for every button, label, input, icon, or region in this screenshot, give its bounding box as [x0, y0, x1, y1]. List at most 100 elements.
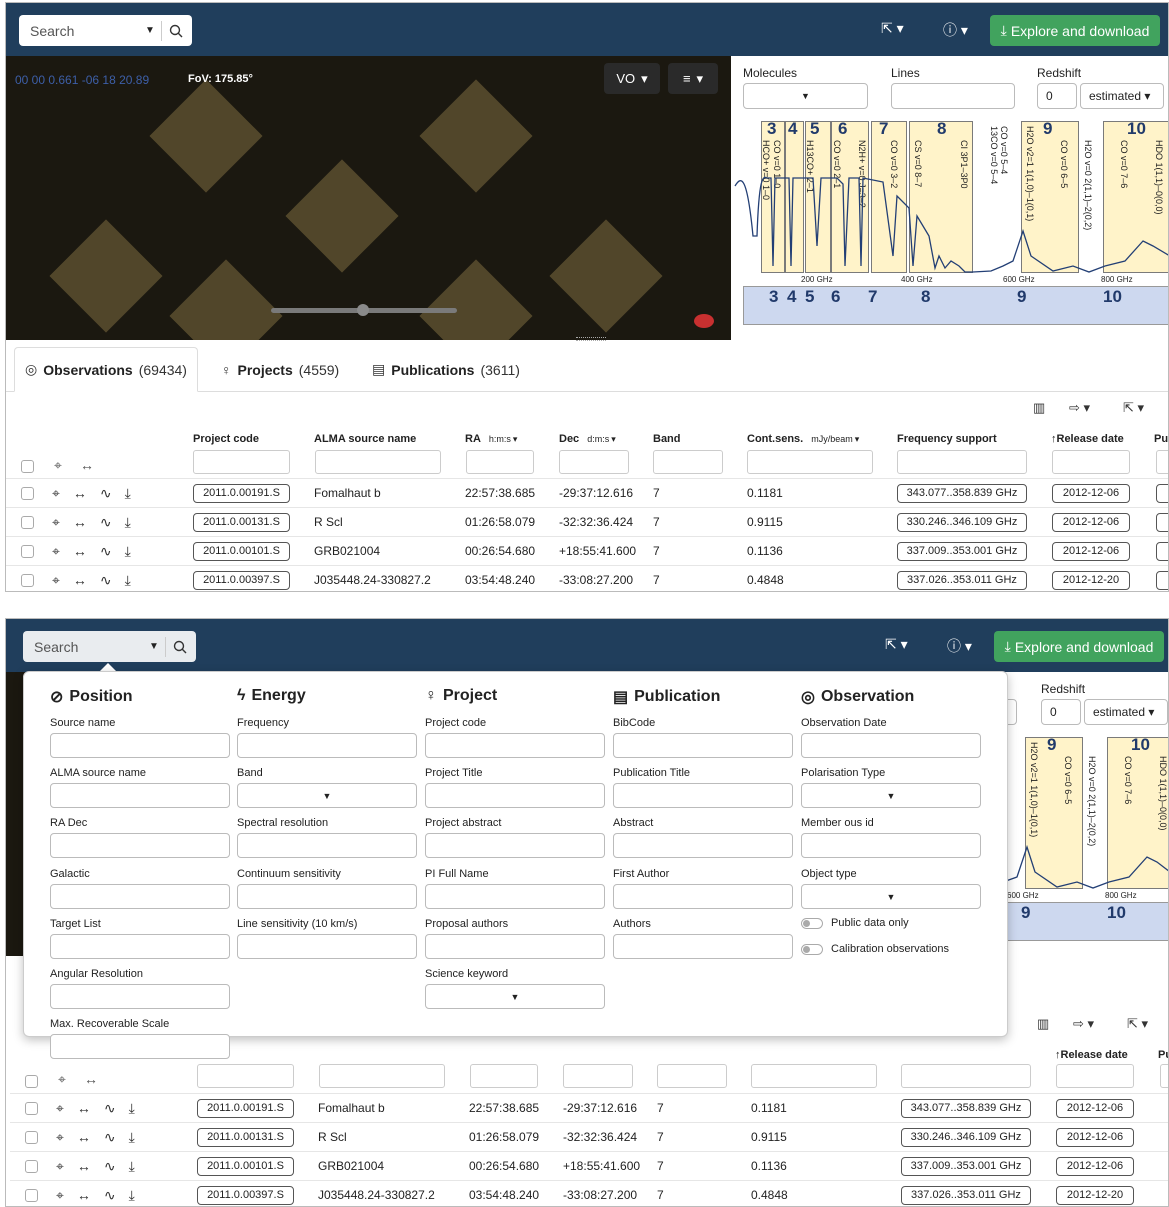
filter-release-date[interactable] — [1056, 1064, 1134, 1088]
table-row[interactable]: ⌖ ↔ ∿ ⤓ 2011.0.00191.S Fomalhaut b 22:57:38… — [6, 478, 1168, 507]
col-ra[interactable]: RA h:m:s ▾ — [465, 433, 517, 445]
science-keyword-select[interactable]: ▼ — [425, 984, 605, 1009]
arrows-icon[interactable]: ↔ — [80, 457, 94, 473]
vo-button[interactable]: VO ▾ — [604, 63, 660, 94]
redshift-input[interactable]: 0 — [1037, 83, 1077, 109]
layers-menu-button[interactable]: ≡ ▾ — [668, 63, 718, 94]
resize-handle[interactable] — [576, 337, 606, 341]
arrows-icon[interactable]: ↔ — [84, 1071, 98, 1087]
arrows-icon[interactable]: ↔ — [73, 485, 87, 501]
share-icon[interactable]: ⇱ ▾ — [1127, 1016, 1148, 1032]
galactic-input[interactable] — [50, 884, 230, 909]
search-input[interactable]: Search — [23, 639, 143, 655]
spectrum-icon[interactable]: ∿ — [100, 514, 112, 531]
filter-source-name[interactable] — [319, 1064, 445, 1088]
release-date-pill[interactable]: 2012-12-06 — [1056, 1156, 1134, 1176]
col-publications[interactable]: Pu — [1154, 433, 1168, 445]
project-code-pill[interactable]: 2011.0.00191.S — [193, 483, 290, 503]
frequency-pill[interactable]: 343.077..358.839 GHz — [901, 1098, 1031, 1118]
filter-dec[interactable] — [559, 450, 629, 474]
crosshair-icon[interactable]: ⌖ — [56, 1187, 64, 1204]
export-icon[interactable]: ⇨ ▾ — [1069, 400, 1090, 416]
search-box[interactable]: Search ▼ — [19, 15, 192, 46]
observation-date-input[interactable] — [801, 733, 981, 758]
project-code-pill[interactable]: 2011.0.00397.S — [197, 1185, 294, 1205]
sky-viewer[interactable]: 00 00 0.661 -06 18 20.89 FoV: 175.85° VO… — [6, 56, 731, 340]
columns-icon[interactable]: ▥ — [1033, 400, 1045, 416]
table-row[interactable]: ⌖ ↔ ∿ ⤓ 2011.0.00101.S GRB021004 00:26:54.6… — [10, 1151, 1168, 1180]
angular-resolution-input[interactable] — [50, 984, 230, 1009]
search-box[interactable]: Search ▼ — [23, 631, 196, 662]
publications-pill[interactable] — [1156, 570, 1168, 590]
release-date-pill[interactable]: 2012-12-20 — [1056, 1185, 1134, 1205]
publications-pill[interactable] — [1156, 541, 1168, 561]
help-icon[interactable]: ⓘ ▾ — [947, 636, 972, 656]
row-checkbox[interactable] — [25, 1188, 38, 1202]
filter-cont-sens[interactable] — [751, 1064, 877, 1088]
filter-publications[interactable] — [1160, 1064, 1168, 1088]
tab-projects[interactable]: ♀ Projects (4559) — [221, 347, 339, 392]
filter-project-code[interactable] — [193, 450, 290, 474]
crosshair-icon[interactable]: ⌖ — [58, 1071, 66, 1088]
filter-release-date[interactable] — [1052, 450, 1130, 474]
project-code-pill[interactable]: 2011.0.00131.S — [197, 1127, 294, 1147]
arrows-icon[interactable]: ↔ — [73, 572, 87, 588]
object-type-select[interactable]: ▼ — [801, 884, 981, 909]
arrows-icon[interactable]: ↔ — [77, 1187, 91, 1203]
filter-source-name[interactable] — [315, 450, 441, 474]
spectrum-icon[interactable]: ∿ — [100, 485, 112, 502]
caret-down-icon[interactable]: ▼ — [143, 641, 165, 652]
source-name-input[interactable] — [50, 733, 230, 758]
col-cont-sens[interactable]: Cont.sens. mJy/beam ▾ — [747, 433, 859, 445]
crosshair-icon[interactable]: ⌖ — [54, 457, 62, 474]
table-row[interactable]: ⌖ ↔ ∿ ⤓ 2011.0.00191.S Fomalhaut b 22:57:38… — [10, 1093, 1168, 1122]
frequency-pill[interactable]: 337.026..353.011 GHz — [901, 1185, 1031, 1205]
frequency-pill[interactable]: 330.246..346.109 GHz — [897, 512, 1027, 532]
frequency-pill[interactable]: 337.009..353.001 GHz — [901, 1156, 1031, 1176]
crosshair-icon[interactable]: ⌖ — [52, 572, 60, 589]
spectral-resolution-input[interactable] — [237, 833, 417, 858]
arrows-icon[interactable]: ↔ — [77, 1100, 91, 1116]
share-icon[interactable]: ⇱ ▾ — [885, 636, 908, 653]
crosshair-icon[interactable]: ⌖ — [52, 543, 60, 560]
slider-knob[interactable] — [357, 304, 369, 316]
calibration-toggle[interactable]: Calibration observations — [801, 943, 949, 955]
project-code-pill[interactable]: 2011.0.00191.S — [197, 1098, 294, 1118]
table-row[interactable]: ⌖ ↔ ∿ ⤓ 2011.0.00397.S J035448.24-330827.2 … — [6, 565, 1168, 591]
table-row[interactable]: ⌖ ↔ ∿ ⤓ 2011.0.00397.S J035448.24-330827.2 … — [10, 1180, 1168, 1206]
share-icon[interactable]: ⇱ ▾ — [1123, 400, 1144, 416]
col-project-code[interactable]: Project code — [193, 433, 259, 445]
pi-name-input[interactable] — [425, 884, 605, 909]
filter-band[interactable] — [653, 450, 723, 474]
table-row[interactable]: ⌖ ↔ ∿ ⤓ 2011.0.00101.S GRB021004 00:26:54.6… — [6, 536, 1168, 565]
project-code-pill[interactable]: 2011.0.00397.S — [193, 570, 290, 590]
line-sensitivity-input[interactable] — [237, 934, 417, 959]
export-icon[interactable]: ⇨ ▾ — [1073, 1016, 1094, 1032]
toggle-switch[interactable] — [801, 917, 823, 929]
download-icon[interactable]: ⤓ — [125, 514, 131, 531]
project-code-input[interactable] — [425, 733, 605, 758]
unit-select[interactable]: d:m:s — [587, 434, 609, 444]
arrows-icon[interactable]: ↔ — [73, 514, 87, 530]
continuum-sensitivity-input[interactable] — [237, 884, 417, 909]
spectrum-icon[interactable]: ∿ — [104, 1100, 116, 1117]
frequency-pill[interactable]: 330.246..346.109 GHz — [901, 1127, 1031, 1147]
download-icon[interactable]: ⤓ — [129, 1158, 135, 1175]
lines-input[interactable] — [891, 83, 1015, 109]
col-release-date[interactable]: ↑Release date — [1051, 433, 1124, 445]
filter-ra[interactable] — [470, 1064, 538, 1088]
explore-download-button[interactable]: ⤓ Explore and download — [994, 631, 1164, 662]
download-icon[interactable]: ⤓ — [125, 543, 131, 560]
first-author-input[interactable] — [613, 884, 793, 909]
col-release-date[interactable]: ↑Release date — [1055, 1049, 1128, 1061]
polarisation-type-select[interactable]: ▼ — [801, 783, 981, 808]
abstract-input[interactable] — [613, 833, 793, 858]
spectrum-icon[interactable]: ∿ — [100, 543, 112, 560]
filter-frequency[interactable] — [901, 1064, 1031, 1088]
filter-ra[interactable] — [466, 450, 534, 474]
project-title-input[interactable] — [425, 783, 605, 808]
bibcode-input[interactable] — [613, 733, 793, 758]
project-code-pill[interactable]: 2011.0.00101.S — [197, 1156, 294, 1176]
caret-down-icon[interactable]: ▼ — [139, 25, 161, 36]
crosshair-icon[interactable]: ⌖ — [52, 514, 60, 531]
